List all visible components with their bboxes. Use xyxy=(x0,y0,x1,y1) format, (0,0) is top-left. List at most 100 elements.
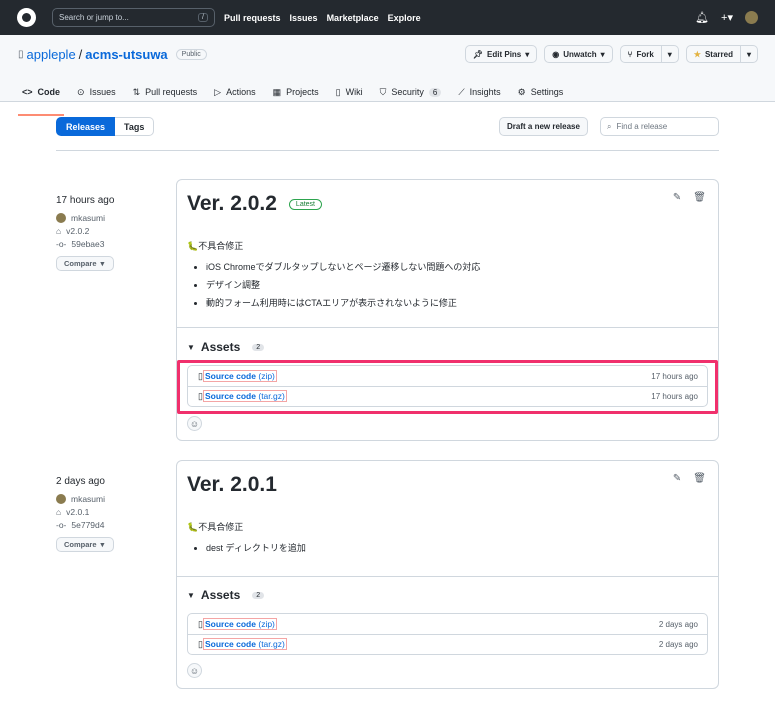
tab-insights[interactable]: ⟋ Insights xyxy=(458,82,500,102)
pull-request-icon: ⇅ xyxy=(132,86,141,97)
gear-icon: ⚙ xyxy=(517,86,526,97)
add-reaction-button[interactable]: ☺ xyxy=(187,416,202,431)
author-link[interactable]: mkasumi xyxy=(71,213,105,223)
tab-issues[interactable]: ⊙ Issues xyxy=(77,82,116,102)
fork-button[interactable]: ⑂ Fork xyxy=(619,45,662,63)
bell-icon[interactable]: 🔔︎ xyxy=(695,11,709,24)
asset-name: Source code xyxy=(204,639,256,649)
unwatch-button[interactable]: ◉ Unwatch ▾ xyxy=(544,45,613,63)
tag-link[interactable]: v2.0.2 xyxy=(66,226,89,236)
release-date: 2 days ago xyxy=(56,476,105,487)
releases-tags-switch: Releases Tags xyxy=(56,117,155,136)
fork-icon: ⑂ xyxy=(627,49,633,59)
eye-icon: ◉ xyxy=(552,49,560,59)
asset-time: 17 hours ago xyxy=(651,371,698,381)
release-notes-heading: 🐛不具合修正 xyxy=(187,522,244,532)
release-meta: 2 days ago mkasumi ⌂ v2.0.1 -o- 5e779d4 Co… xyxy=(56,476,114,552)
asset-ext: (zip) xyxy=(258,370,275,381)
release-title[interactable]: Ver. 2.0.2 xyxy=(187,192,277,216)
asset-link[interactable]: Source code (zip) xyxy=(202,617,277,630)
graph-icon: ⟋ xyxy=(458,86,465,97)
book-icon: ▯ xyxy=(335,86,341,97)
assets-toggle[interactable]: ▼ Assets 2 xyxy=(187,588,265,602)
tab-settings[interactable]: ⚙ Settings xyxy=(518,82,564,102)
asset-time: 2 days ago xyxy=(658,640,698,649)
starred-button[interactable]: ★ Starred xyxy=(685,45,741,63)
tab-wiki[interactable]: ▯ Wiki xyxy=(336,82,363,102)
pencil-icon[interactable]: ✎ xyxy=(673,473,681,484)
tab-label: Actions xyxy=(226,87,256,97)
asset-ext: (tar.gz) xyxy=(258,391,285,401)
shield-icon: ⛉ xyxy=(379,86,387,97)
assets-toggle[interactable]: ▼ Assets 2 xyxy=(187,340,265,354)
fork-label: Fork xyxy=(636,49,654,59)
commit-link[interactable]: 59ebae3 xyxy=(71,239,104,249)
release-date: 17 hours ago xyxy=(56,195,115,206)
fork-dropdown[interactable]: ▾ xyxy=(661,45,679,63)
user-avatar[interactable] xyxy=(745,11,758,24)
compare-button[interactable]: Compare ▾ xyxy=(56,537,114,552)
tags-tab[interactable]: Tags xyxy=(115,117,155,136)
search-shortcut: / xyxy=(198,13,208,22)
find-release-input[interactable]: ⌕ Find a release xyxy=(600,117,719,136)
asset-row: ▯ Source code (zip) 17 hours ago xyxy=(188,366,707,386)
release-card: Ver. 2.0.2 Latest ✎ 🗑︎ 🐛不具合修正 iOS Chromeでダ… xyxy=(176,179,719,441)
release-meta: 17 hours ago mkasumi ⌂ v2.0.2 -o- 59ebae3 … xyxy=(56,195,114,271)
trash-icon[interactable]: 🗑︎ xyxy=(693,192,706,203)
commit-icon: -o- xyxy=(56,520,67,530)
tab-label: Code xyxy=(37,87,61,97)
asset-time: 2 days ago xyxy=(658,619,698,629)
tag-link[interactable]: v2.0.1 xyxy=(66,507,89,517)
asset-link[interactable]: Source code (tar.gz) xyxy=(202,390,287,402)
add-reaction-button[interactable]: ☺ xyxy=(187,663,202,678)
asset-link[interactable]: Source code (zip) xyxy=(202,369,277,382)
latest-badge: Latest xyxy=(288,198,322,210)
compare-label: Compare xyxy=(64,259,97,268)
star-dropdown[interactable]: ▾ xyxy=(740,45,758,63)
assets-count: 2 xyxy=(252,591,265,599)
releases-tab[interactable]: Releases xyxy=(56,117,116,136)
tab-pull-requests[interactable]: ⇅ Pull requests xyxy=(133,82,198,102)
nav-pull-requests[interactable]: Pull requests xyxy=(224,13,281,23)
release-note-item: デザイン調整 xyxy=(206,278,480,291)
trash-icon[interactable]: 🗑︎ xyxy=(693,473,706,484)
tab-label: Projects xyxy=(286,87,319,97)
commit-link[interactable]: 5e779d4 xyxy=(71,520,104,530)
tab-label: Settings xyxy=(530,87,564,97)
asset-row: ▯ Source code (tar.gz) 2 days ago xyxy=(188,634,707,654)
table-icon: ▦ xyxy=(272,86,282,97)
nav-explore[interactable]: Explore xyxy=(388,13,421,23)
asset-row: ▯ Source code (zip) 2 days ago xyxy=(188,614,707,634)
divider xyxy=(177,576,718,577)
release-notes-heading: 🐛不具合修正 xyxy=(187,241,244,251)
asset-ext: (tar.gz) xyxy=(258,639,285,649)
repo-name-link[interactable]: acms-utsuwa xyxy=(85,47,167,62)
asset-link[interactable]: Source code (tar.gz) xyxy=(202,638,287,650)
release-note-item: 動的フォーム利用時にはCTAエリアが表示されないように修正 xyxy=(206,296,480,309)
release-card: Ver. 2.0.1 ✎ 🗑︎ 🐛不具合修正 dest ディレクトリを追加 ▼ As… xyxy=(176,460,719,689)
asset-time: 17 hours ago xyxy=(651,392,698,401)
tab-code[interactable]: <> Code xyxy=(17,82,65,116)
author-link[interactable]: mkasumi xyxy=(71,494,105,504)
release-title[interactable]: Ver. 2.0.1 xyxy=(187,473,277,497)
draft-release-button[interactable]: Draft a new release xyxy=(499,117,588,136)
tab-actions[interactable]: ▷ Actions xyxy=(214,82,255,102)
nav-marketplace[interactable]: Marketplace xyxy=(327,13,379,23)
search-input[interactable]: Search or jump to... / xyxy=(52,8,215,27)
repo-icon: ▯ xyxy=(18,49,24,60)
tab-projects[interactable]: ▦ Projects xyxy=(273,82,319,102)
edit-pins-button[interactable]: 📌︎ Edit Pins ▾ xyxy=(464,45,538,63)
nav-issues[interactable]: Issues xyxy=(290,13,318,23)
tab-label: Pull requests xyxy=(145,87,198,97)
issue-icon: ⊙ xyxy=(77,86,85,97)
github-logo-icon[interactable] xyxy=(17,8,36,27)
tag-icon: ⌂ xyxy=(56,226,62,236)
author-avatar xyxy=(56,213,66,223)
assets-list: ▯ Source code (zip) 2 days ago ▯ Source cod… xyxy=(187,613,708,655)
plus-icon[interactable]: +▾ xyxy=(721,11,733,24)
repo-owner-link[interactable]: appleple xyxy=(27,47,76,62)
triangle-down-icon: ▼ xyxy=(187,590,195,600)
compare-button[interactable]: Compare ▾ xyxy=(56,256,114,271)
pencil-icon[interactable]: ✎ xyxy=(673,192,681,203)
tab-security[interactable]: ⛉ Security 6 xyxy=(380,82,442,102)
